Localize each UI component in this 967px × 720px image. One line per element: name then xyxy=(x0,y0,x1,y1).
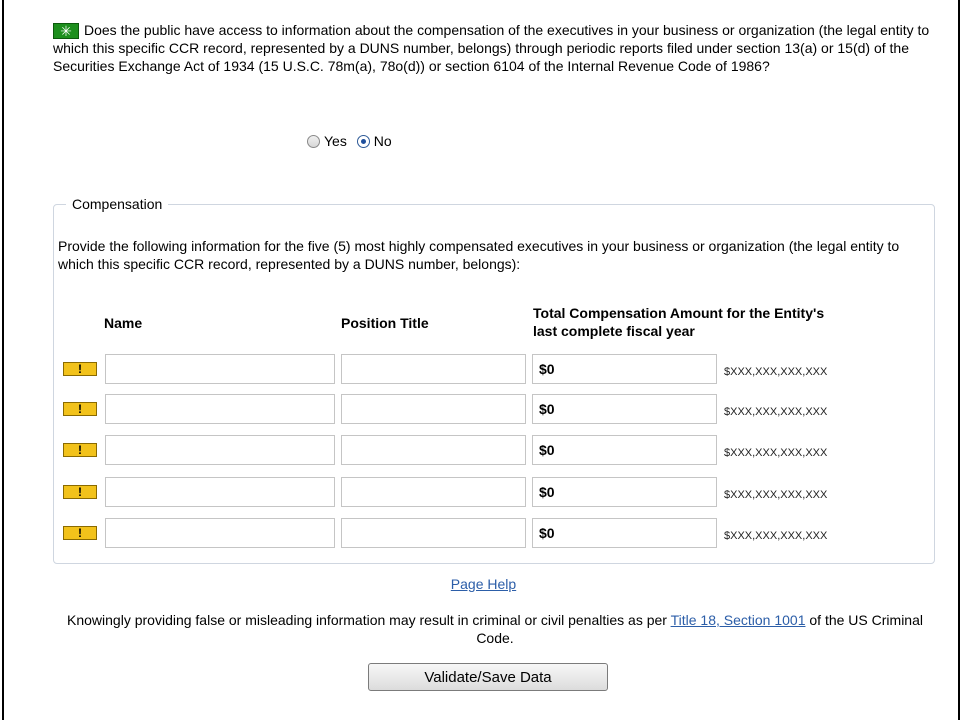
executive-amount-input[interactable] xyxy=(532,518,717,548)
amount-format-hint: $XXX,XXX,XXX,XXX xyxy=(724,447,828,459)
executive-name-input[interactable] xyxy=(105,477,335,507)
warning-icon: ! xyxy=(63,485,97,499)
public-access-question: ✳ Does the public have access to informat… xyxy=(53,21,933,75)
public-access-radio-group: Yes No xyxy=(307,133,398,151)
penalty-text-before: Knowingly providing false or misleading … xyxy=(67,612,671,628)
executive-row: ! $XXX,XXX,XXX,XXX xyxy=(63,477,923,509)
compensation-instructions: Provide the following information for th… xyxy=(58,238,900,272)
page-help-link[interactable]: Page Help xyxy=(451,576,516,592)
executive-name-input[interactable] xyxy=(105,394,335,424)
executive-name-input[interactable] xyxy=(105,435,335,465)
radio-yes[interactable]: Yes xyxy=(307,133,347,149)
executive-amount-input[interactable] xyxy=(532,477,717,507)
executive-position-input[interactable] xyxy=(341,518,526,548)
executive-row: ! $XXX,XXX,XXX,XXX xyxy=(63,394,923,426)
column-header-position: Position Title xyxy=(341,315,429,331)
executive-name-input[interactable] xyxy=(105,354,335,384)
radio-yes-circle[interactable] xyxy=(307,134,320,148)
warning-icon: ! xyxy=(63,526,97,540)
column-header-name: Name xyxy=(104,315,143,331)
executive-position-input[interactable] xyxy=(341,394,526,424)
executive-name-input[interactable] xyxy=(105,518,335,548)
executive-amount-input[interactable] xyxy=(532,435,717,465)
compensation-legend: Compensation xyxy=(72,196,163,212)
page-help-container: Page Help xyxy=(0,576,967,592)
executive-position-input[interactable] xyxy=(341,477,526,507)
required-asterisk-icon: ✳ xyxy=(53,23,79,39)
column-header-amount-line1: Total Compensation Amount for the Entity… xyxy=(533,305,825,321)
penalty-notice: Knowingly providing false or misleading … xyxy=(55,611,935,647)
executive-amount-input[interactable] xyxy=(532,394,717,424)
radio-no[interactable]: No xyxy=(356,133,392,149)
executive-row: ! $XXX,XXX,XXX,XXX xyxy=(63,518,923,550)
executive-amount-input[interactable] xyxy=(532,354,717,384)
executive-row: ! $XXX,XXX,XXX,XXX xyxy=(63,435,923,467)
executive-row: ! $XXX,XXX,XXX,XXX xyxy=(63,354,923,386)
warning-icon: ! xyxy=(63,443,97,457)
radio-yes-label: Yes xyxy=(324,133,347,149)
amount-format-hint: $XXX,XXX,XXX,XXX xyxy=(724,489,828,501)
executive-position-input[interactable] xyxy=(341,435,526,465)
validate-save-button[interactable]: Validate/Save Data xyxy=(368,663,608,691)
warning-icon: ! xyxy=(63,362,97,376)
title-18-link[interactable]: Title 18, Section 1001 xyxy=(671,612,806,628)
column-header-amount-line2: last complete fiscal year xyxy=(533,323,695,339)
warning-icon: ! xyxy=(63,402,97,416)
amount-format-hint: $XXX,XXX,XXX,XXX xyxy=(724,366,828,378)
radio-no-circle[interactable] xyxy=(356,134,370,148)
amount-format-hint: $XXX,XXX,XXX,XXX xyxy=(724,530,828,542)
radio-no-label: No xyxy=(373,133,392,149)
amount-format-hint: $XXX,XXX,XXX,XXX xyxy=(724,406,828,418)
executive-position-input[interactable] xyxy=(341,354,526,384)
question-text: Does the public have access to informati… xyxy=(53,22,930,74)
column-header-amount: Total Compensation Amount for the Entity… xyxy=(533,304,824,340)
